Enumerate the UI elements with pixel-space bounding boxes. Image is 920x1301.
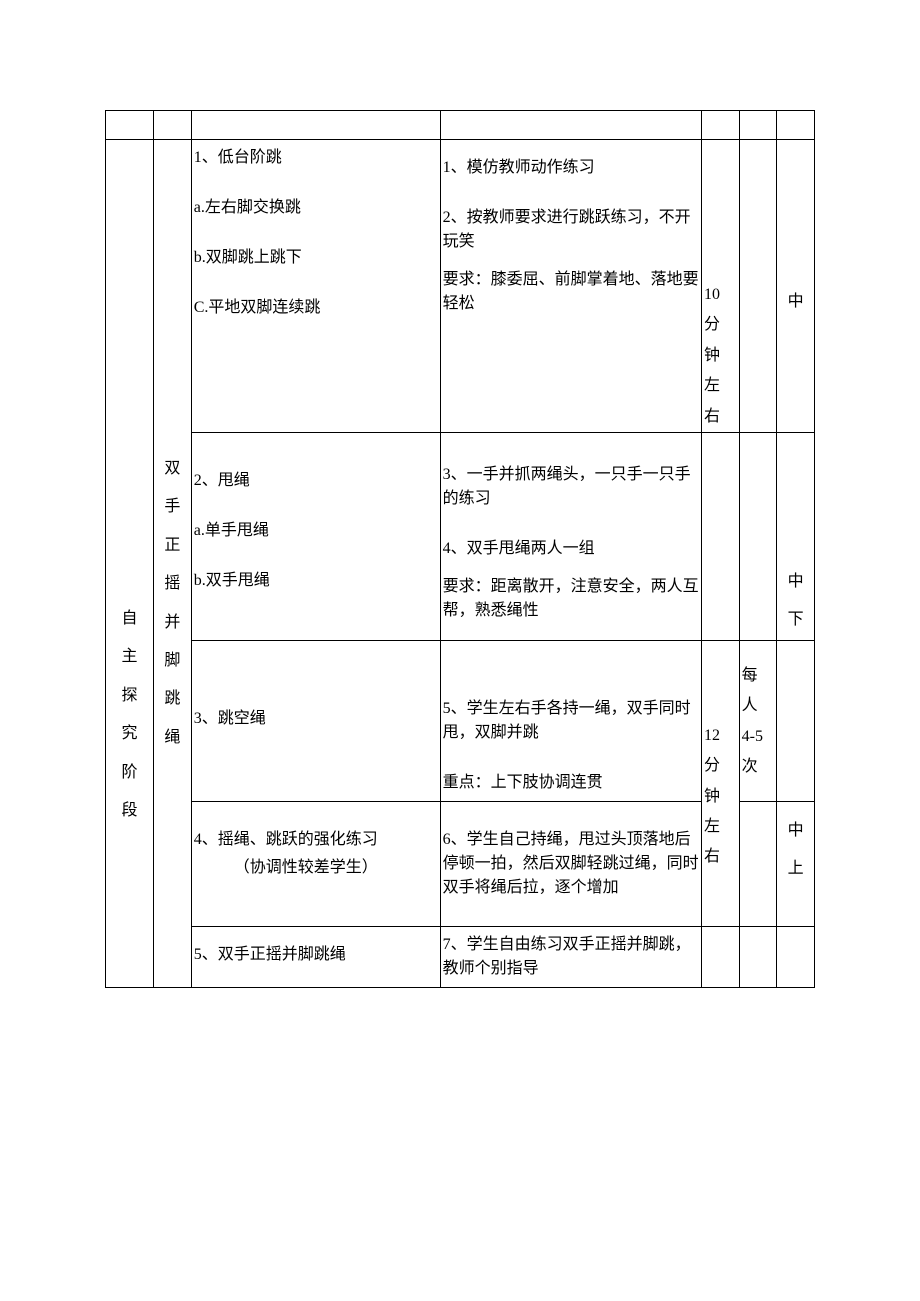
left-content: 5、双手正摇并脚跳绳 <box>191 926 440 987</box>
right-content: 3、一手并抓两绳头，一只手一只手的练习 4、双手甩绳两人一组 要求：距离散开，注… <box>440 432 701 640</box>
table-row: 5、双手正摇并脚跳绳 7、学生自由练习双手正摇并脚跳，教师个别指导 <box>106 926 815 987</box>
phase-cell: 自主探究阶段 <box>106 140 154 988</box>
right-content: 7、学生自由练习双手正摇并脚跳，教师个别指导 <box>440 926 701 987</box>
req-label: 要求： <box>443 271 491 288</box>
intensity-cell <box>777 640 815 801</box>
intensity-cell: 中 <box>777 140 815 433</box>
list-item: a.单手甩绳 <box>194 519 438 543</box>
time-text: 12分钟左右 <box>704 721 733 873</box>
reps-cell <box>739 140 777 433</box>
topic-text: 双手正摇并脚跳绳 <box>160 450 185 757</box>
left-content: 4、摇绳、跳跃的强化练习 （协调性较差学生） <box>191 801 440 926</box>
requirement: 要求：距离散开，注意安全，两人互帮，熟悉绳性 <box>443 575 699 623</box>
time-cell: 10分钟左右 <box>702 140 740 433</box>
reps-cell <box>739 432 777 640</box>
intensity-text: 中 <box>783 290 808 314</box>
table-row: 3、跳空绳 5、学生左右手各持一绳，双手同时甩，双脚并跳 重点：上下肢协调连贯 … <box>106 640 815 801</box>
section-title: 2、甩绳 <box>194 469 438 493</box>
intensity-cell <box>777 926 815 987</box>
time-text: 10分钟左右 <box>704 280 733 432</box>
line: 6、学生自己持绳，甩过头顶落地后停顿一拍，然后双脚轻跳过绳，同时双手将绳后拉，逐… <box>443 828 699 900</box>
section-title: 1、低台阶跳 <box>194 146 438 170</box>
phase-text: 自主探究阶段 <box>112 600 147 830</box>
right-content: 6、学生自己持绳，甩过头顶落地后停顿一拍，然后双脚轻跳过绳，同时双手将绳后拉，逐… <box>440 801 701 926</box>
reps-cell <box>739 801 777 926</box>
lesson-plan-table: 自主探究阶段 双手正摇并脚跳绳 1、低台阶跳 a.左右脚交换跳 b.双脚跳上跳下… <box>105 110 815 988</box>
time-cell <box>702 926 740 987</box>
intensity-cell: 中下 <box>777 432 815 640</box>
line: 5、学生左右手各持一绳，双手同时甩，双脚并跳 <box>443 697 699 745</box>
topic-cell: 双手正摇并脚跳绳 <box>154 140 192 988</box>
line: 2、按教师要求进行跳跃练习，不开玩笑 <box>443 206 699 254</box>
list-item: b.双手甩绳 <box>194 569 438 593</box>
table-row: 自主探究阶段 双手正摇并脚跳绳 1、低台阶跳 a.左右脚交换跳 b.双脚跳上跳下… <box>106 140 815 433</box>
left-content: 1、低台阶跳 a.左右脚交换跳 b.双脚跳上跳下 C.平地双脚连续跳 <box>191 140 440 433</box>
reps-text: 每人4-5次 <box>742 661 771 783</box>
line: 4、双手甩绳两人一组 <box>443 537 699 561</box>
list-item: C.平地双脚连续跳 <box>194 296 438 320</box>
reps-cell <box>739 926 777 987</box>
requirement: 要求：膝委屈、前脚掌着地、落地要轻松 <box>443 268 699 316</box>
table-row: 2、甩绳 a.单手甩绳 b.双手甩绳 3、一手并抓两绳头，一只手一只手的练习 4… <box>106 432 815 640</box>
right-content: 5、学生左右手各持一绳，双手同时甩，双脚并跳 重点：上下肢协调连贯 <box>440 640 701 801</box>
intensity-cell: 中上 <box>777 801 815 926</box>
time-cell <box>702 432 740 640</box>
req-label: 重点： <box>443 774 491 791</box>
left-content: 2、甩绳 a.单手甩绳 b.双手甩绳 <box>191 432 440 640</box>
req-label: 要求： <box>443 578 491 595</box>
req-text: 上下肢协调连贯 <box>491 774 603 791</box>
line: 1、模仿教师动作练习 <box>443 156 699 180</box>
right-content: 1、模仿教师动作练习 2、按教师要求进行跳跃练习，不开玩笑 要求：膝委屈、前脚掌… <box>440 140 701 433</box>
intensity-text: 中下 <box>783 563 808 640</box>
requirement: 重点：上下肢协调连贯 <box>443 771 699 795</box>
header-row <box>106 111 815 140</box>
line: 3、一手并抓两绳头，一只手一只手的练习 <box>443 463 699 511</box>
section-title: 5、双手正摇并脚跳绳 <box>194 943 438 967</box>
reps-cell: 每人4-5次 <box>739 640 777 801</box>
line: 7、学生自由练习双手正摇并脚跳，教师个别指导 <box>443 933 699 981</box>
intensity-text: 中上 <box>783 812 808 889</box>
list-item: a.左右脚交换跳 <box>194 196 438 220</box>
section-title: 4、摇绳、跳跃的强化练习 <box>194 828 438 852</box>
section-note: （协调性较差学生） <box>194 856 438 880</box>
list-item: b.双脚跳上跳下 <box>194 246 438 270</box>
section-title: 3、跳空绳 <box>194 707 438 731</box>
left-content: 3、跳空绳 <box>191 640 440 801</box>
time-cell: 12分钟左右 <box>702 640 740 926</box>
